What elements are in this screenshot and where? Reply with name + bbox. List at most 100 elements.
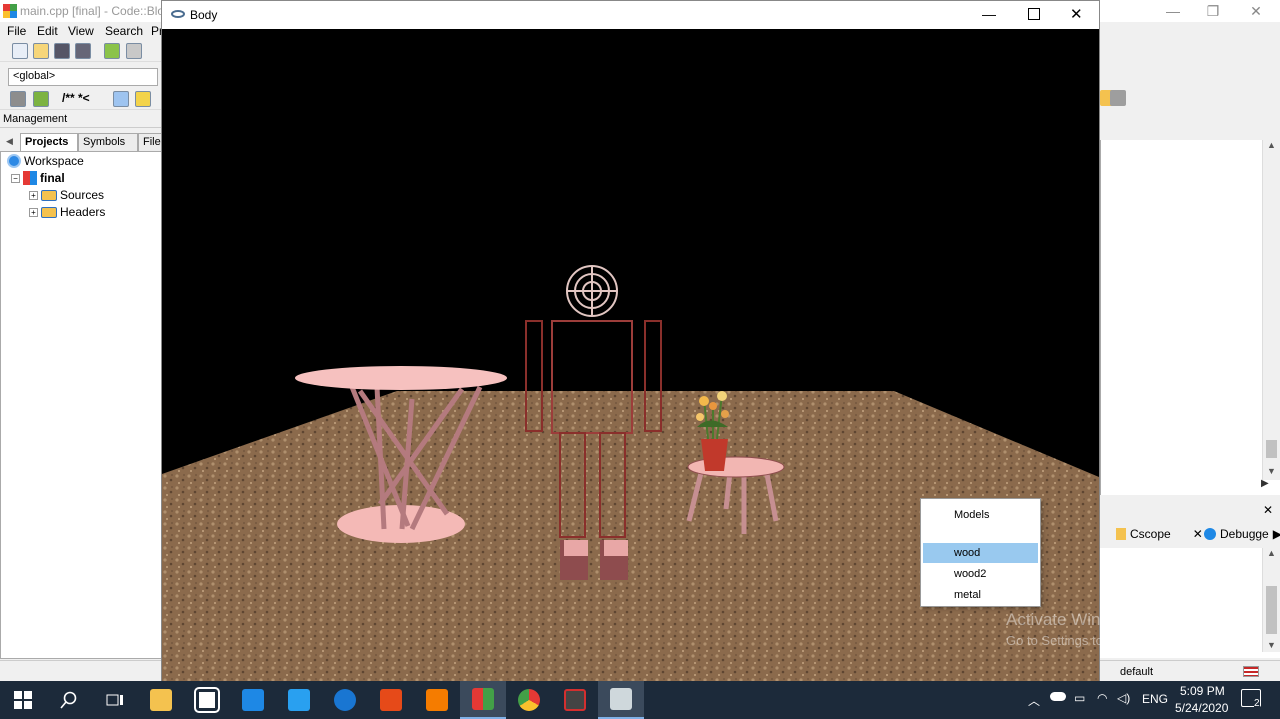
store-icon [194, 687, 220, 713]
onedrive-icon[interactable] [1050, 692, 1066, 701]
taskbar-store[interactable] [184, 681, 230, 719]
table-right-top [687, 456, 785, 478]
tab-close-icon[interactable]: ✕ [1193, 527, 1203, 541]
scroll-thumb[interactable] [1266, 440, 1277, 458]
foot-left-top [564, 540, 588, 556]
models-popup-menu: Models wood wood2 metal [920, 498, 1041, 607]
body-titlebar[interactable]: Body — ✕ [162, 1, 1099, 29]
collapse-icon[interactable]: − [11, 173, 20, 183]
undo-icon[interactable] [104, 43, 120, 59]
opengl-app-icon [610, 688, 632, 710]
save-all-icon[interactable] [75, 43, 91, 59]
menu-search[interactable]: Search [105, 24, 143, 38]
search-icon [60, 691, 77, 709]
tree-workspace[interactable]: Workspace [7, 154, 84, 168]
taskbar-office[interactable] [368, 681, 414, 719]
taskbar-mail[interactable] [230, 681, 276, 719]
scroll-up-icon[interactable]: ▲ [1263, 548, 1280, 558]
file-explorer-icon [150, 689, 172, 711]
tree-headers[interactable]: + Headers [29, 205, 105, 219]
minimize-icon[interactable]: — [982, 6, 996, 22]
clock-time[interactable]: 5:09 PM [1180, 684, 1225, 698]
menu-file[interactable]: File [7, 24, 26, 38]
management-tabs: ◀ Projects Symbols Files [0, 131, 168, 151]
task-view-icon [106, 694, 123, 706]
log-tabs: Cscope ✕ Debugge ▶ [1100, 524, 1280, 546]
help-icon[interactable] [135, 91, 151, 107]
spider-icon [564, 689, 586, 711]
tab-debugger-label: Debugge [1220, 527, 1269, 541]
tab-scroll-right-icon[interactable]: ▶ [1273, 527, 1280, 541]
doc-icon[interactable] [113, 91, 129, 107]
close-icon[interactable]: ✕ [1245, 2, 1267, 20]
scroll-down-icon[interactable]: ▼ [1263, 640, 1280, 650]
redo-icon[interactable] [126, 43, 142, 59]
taskbar-spider[interactable] [552, 681, 598, 719]
volume-icon[interactable]: ◁) [1117, 691, 1130, 705]
scroll-up-icon[interactable]: ▲ [1263, 140, 1280, 150]
scope-dropdown[interactable]: <global> [8, 68, 158, 86]
status-profile: default [1120, 666, 1154, 678]
scroll-right-icon[interactable]: ▶ [1261, 478, 1269, 489]
sublime-icon [426, 689, 448, 711]
battery-icon[interactable]: ▭ [1074, 691, 1085, 705]
notification-count: 2 [1254, 698, 1260, 709]
close-icon[interactable]: ✕ [1070, 5, 1083, 23]
taskbar-edge[interactable] [322, 681, 368, 719]
start-button[interactable] [0, 681, 46, 719]
editor-vertical-scrollbar[interactable]: ▲ ▼ [1262, 140, 1280, 480]
taskbar: ︿ ▭ ◠ ◁) ENG 5:09 PM 5/24/2020 2 [0, 681, 1280, 719]
tab-debugger[interactable]: Debugge ▶ [1204, 527, 1280, 541]
tree-sources[interactable]: + Sources [29, 188, 104, 202]
build-icon[interactable] [10, 91, 26, 107]
log-vertical-scrollbar[interactable]: ▲ ▼ [1262, 548, 1280, 652]
menu-item-wood[interactable]: wood [923, 543, 1038, 563]
taskbar-app-w[interactable] [276, 681, 322, 719]
wrench-icon[interactable] [1110, 90, 1126, 106]
menu-edit[interactable]: Edit [37, 24, 58, 38]
log-close-icon[interactable]: ✕ [1263, 503, 1273, 517]
taskbar-file-explorer[interactable] [138, 681, 184, 719]
run-icon[interactable] [33, 91, 49, 107]
tab-symbols[interactable]: Symbols [78, 133, 138, 151]
task-view-button[interactable] [92, 681, 138, 719]
menu-bar: File Edit View Search Pr [0, 22, 163, 40]
scroll-down-icon[interactable]: ▼ [1263, 466, 1280, 476]
taskbar-sublime[interactable] [414, 681, 460, 719]
menu-view[interactable]: View [68, 24, 94, 38]
project-icon [23, 171, 37, 185]
expand-icon[interactable]: + [29, 190, 38, 200]
scroll-thumb[interactable] [1266, 586, 1277, 634]
right-toolbar-area [1100, 40, 1280, 110]
activation-watermark-title: Activate Windows [1006, 610, 1141, 629]
menu-item-metal[interactable]: metal [923, 585, 1038, 605]
tab-projects[interactable]: Projects [20, 133, 78, 151]
expand-icon[interactable]: + [29, 207, 38, 217]
taskbar-chrome[interactable] [506, 681, 552, 719]
popup-menu-header: Models [954, 509, 990, 521]
tabs-left-arrow-icon[interactable]: ◀ [6, 136, 13, 147]
tab-cscope[interactable]: Cscope ✕ [1116, 527, 1203, 541]
clock-date[interactable]: 5/24/2020 [1175, 701, 1228, 715]
open-icon[interactable] [33, 43, 49, 59]
minimize-icon[interactable]: — [1162, 2, 1184, 20]
taskbar-body-app[interactable] [598, 681, 644, 719]
restore-icon[interactable]: ❐ [1202, 2, 1224, 20]
tree-project[interactable]: − final [11, 171, 65, 185]
activation-watermark-text: Go to Settings to activate Windows. [1006, 633, 1212, 648]
ide-title-text: main.cpp [final] - Code::Blo [20, 4, 165, 18]
management-header: Management [0, 112, 162, 128]
search-button[interactable] [46, 681, 92, 719]
comment-tools[interactable]: /** *< [62, 91, 90, 105]
language-indicator[interactable]: ENG [1142, 692, 1168, 706]
wifi-icon[interactable]: ◠ [1097, 691, 1107, 705]
flower-pot [701, 439, 728, 471]
tray-expand-icon[interactable]: ︿ [1028, 692, 1040, 709]
taskbar-codeblocks[interactable] [460, 681, 506, 719]
new-file-icon[interactable] [12, 43, 28, 59]
tree-headers-label: Headers [60, 205, 106, 219]
chrome-icon [518, 689, 540, 711]
maximize-icon[interactable] [1028, 8, 1040, 20]
save-icon[interactable] [54, 43, 70, 59]
menu-item-wood2[interactable]: wood2 [923, 564, 1038, 584]
